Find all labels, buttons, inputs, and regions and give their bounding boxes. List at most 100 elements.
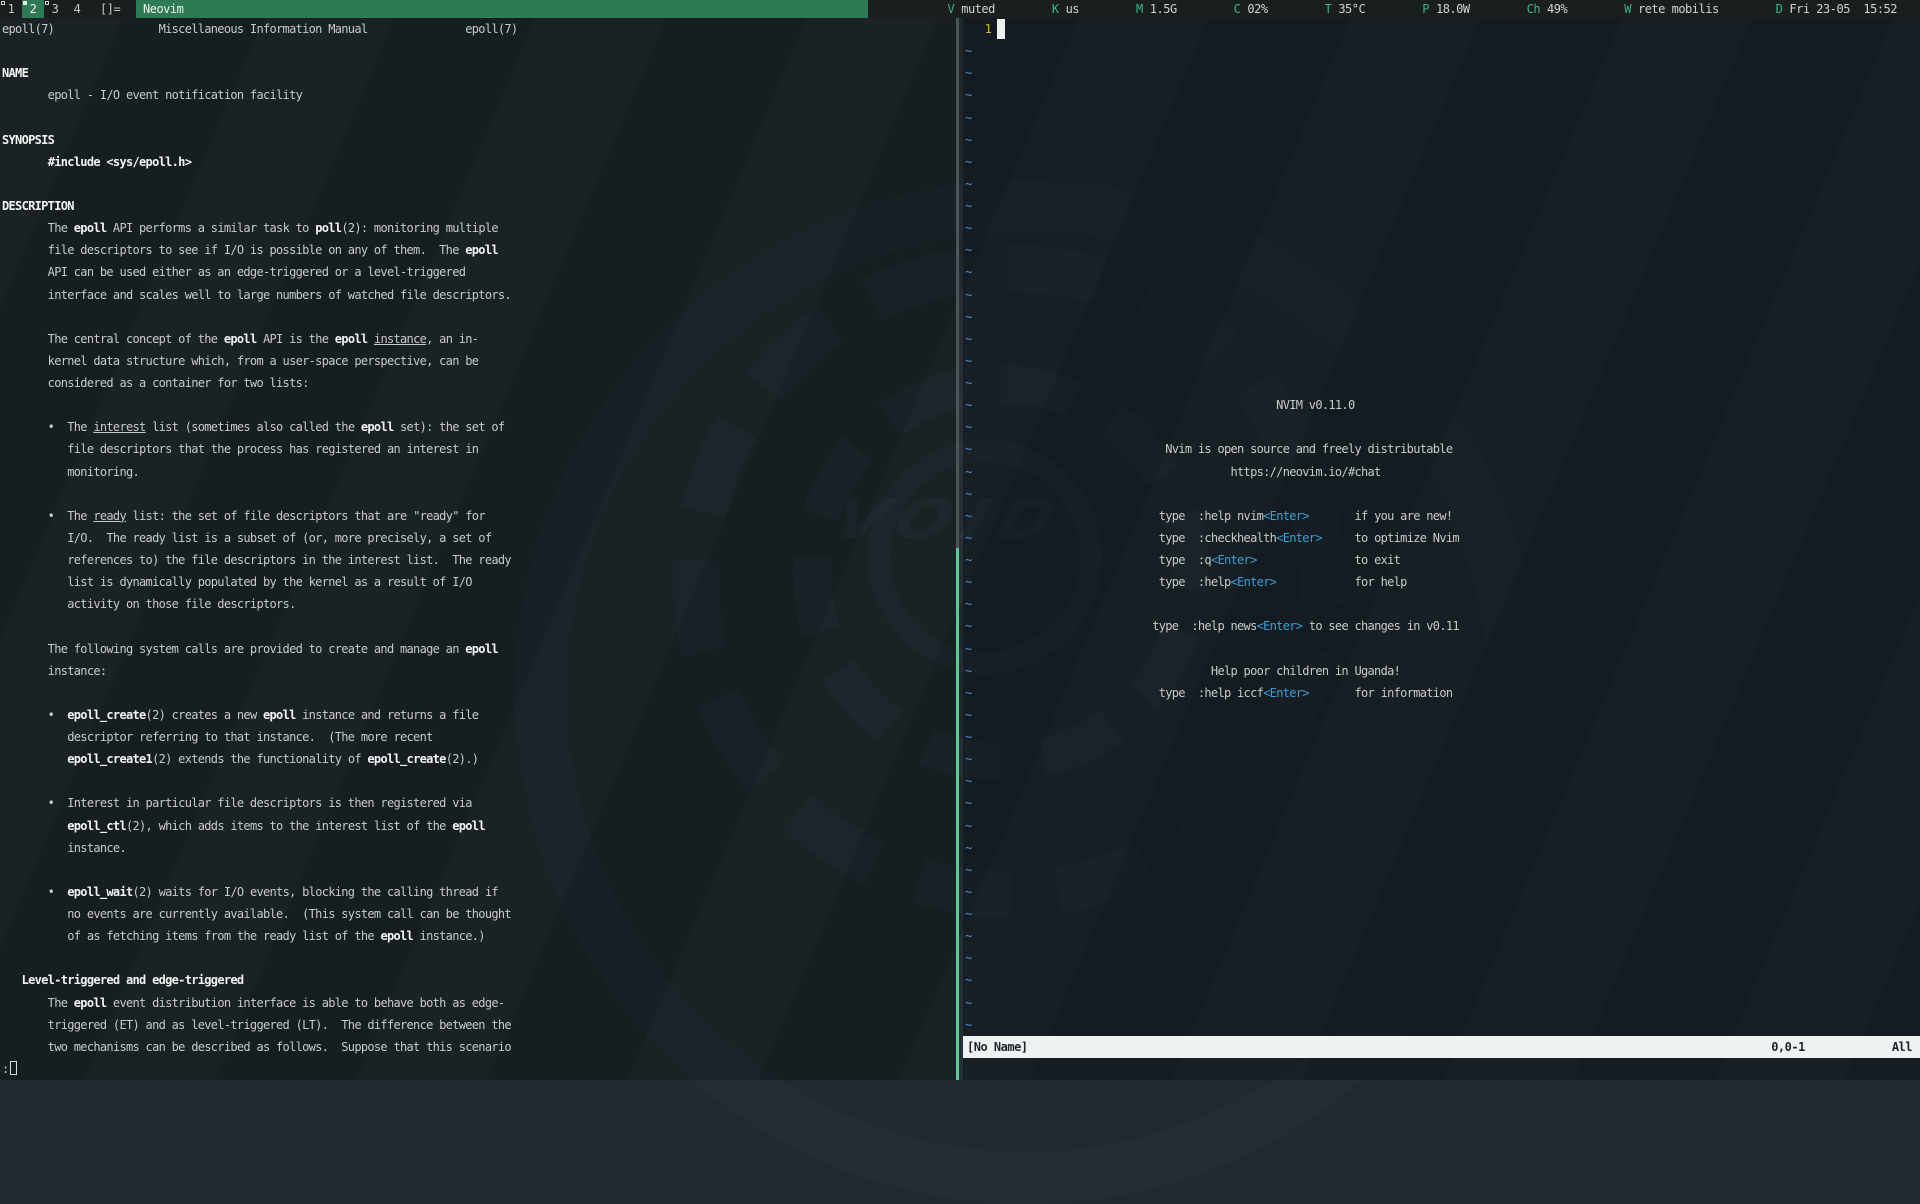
tilde-row: ~ [965, 151, 972, 173]
man-line: file descriptors that the process has re… [2, 438, 517, 460]
status-area: VmutedKusM1.5GC02%T35°CP18.0WCh49%Wrete … [947, 0, 1897, 18]
focused-window-title: Neovim [136, 0, 868, 18]
tilde-row: ~ [965, 815, 972, 837]
status-label: V [947, 2, 954, 16]
terminal-window-manpage[interactable]: epoll(7) Miscellaneous Information Manua… [0, 18, 956, 1080]
man-line [2, 682, 517, 704]
status-item-w: Wrete mobilis [1624, 2, 1718, 16]
man-line [2, 859, 517, 881]
man-line: API can be used either as an edge-trigge… [2, 261, 517, 283]
tag-3[interactable]: 3 [44, 0, 66, 18]
man-line: epoll - I/O event notification facility [2, 84, 517, 106]
tag-client-indicator [45, 1, 49, 5]
man-line: • epoll_wait(2) waits for I/O events, bl… [2, 881, 517, 903]
tilde-row: ~ [965, 726, 972, 748]
nvim-intro-line [963, 593, 1459, 615]
tilde-row: ~ [965, 195, 972, 217]
window-separator-green [956, 548, 959, 1080]
man-line [2, 615, 517, 637]
status-value: rete mobilis [1638, 2, 1719, 16]
tilde-row: ~ [965, 350, 972, 372]
nvim-intro-line [963, 483, 1459, 505]
nvim-intro-screen: NVIM v0.11.0 Nvim is open source and fre… [963, 394, 1459, 704]
tilde-row: ~ [965, 129, 972, 151]
status-item-d: DFri 23-05 15:52 [1776, 2, 1897, 16]
status-item-c: C02% [1234, 2, 1268, 16]
man-line [2, 306, 517, 328]
man-line: file descriptors to see if I/O is possib… [2, 239, 517, 261]
man-line: The following system calls are provided … [2, 638, 517, 660]
man-line: of as fetching items from the ready list… [2, 925, 517, 947]
layout-symbol[interactable]: []= [100, 0, 120, 18]
man-line: instance. [2, 837, 517, 859]
tilde-row: ~ [965, 947, 972, 969]
tag-2[interactable]: 2 [22, 0, 44, 18]
nvim-ruler-group: 0,0-1 All [1771, 1040, 1912, 1054]
man-line: • Interest in particular file descriptor… [2, 792, 517, 814]
nvim-intro-line: Help poor children in Uganda! [963, 660, 1459, 682]
tilde-row: ~ [965, 925, 972, 947]
nvim-intro-line [963, 638, 1459, 660]
nvim-intro-line: type :q<Enter> to exit [963, 549, 1459, 571]
tilde-row: ~ [965, 859, 972, 881]
man-line: DESCRIPTION [2, 195, 517, 217]
tilde-row: ~ [965, 792, 972, 814]
status-label: K [1052, 2, 1059, 16]
man-line: triggered (ET) and as level-triggered (L… [2, 1014, 517, 1036]
tilde-row: ~ [965, 62, 972, 84]
nvim-intro-line: type :help nvim<Enter> if you are new! [963, 505, 1459, 527]
tilde-row: ~ [965, 261, 972, 283]
status-value: 1.5G [1150, 2, 1177, 16]
man-line: • epoll_create(2) creates a new epoll in… [2, 704, 517, 726]
tilde-row: ~ [965, 770, 972, 792]
nvim-cursor [997, 19, 1005, 39]
pager-prompt: : [2, 1062, 9, 1076]
status-item-p: P 18.0W [1422, 2, 1469, 16]
man-line: instance: [2, 660, 517, 682]
nvim-scroll-indicator: All [1892, 1040, 1912, 1054]
nvim-intro-line: https://neovim.io/#chat [963, 461, 1459, 483]
man-line [2, 947, 517, 969]
status-label: P [1422, 2, 1429, 16]
man-line: I/O. The ready list is a subset of (or, … [2, 527, 517, 549]
tilde-row: ~ [965, 1014, 972, 1036]
man-line [2, 40, 517, 62]
status-value: 18.0W [1436, 2, 1470, 16]
nvim-intro-line: type :help<Enter> for help [963, 571, 1459, 593]
tag-label: 4 [74, 2, 81, 16]
man-line: • The interest list (sometimes also call… [2, 416, 517, 438]
dwm-bar: 1234 []= Neovim VmutedKusM1.5GC02%T35°CP… [0, 0, 1920, 18]
terminal-cursor-unfocused [10, 1061, 17, 1075]
tilde-row: ~ [965, 284, 972, 306]
tilde-row: ~ [965, 173, 972, 195]
tag-1[interactable]: 1 [0, 0, 22, 18]
tilde-row: ~ [965, 372, 972, 394]
man-line: Level-triggered and edge-triggered [2, 969, 517, 991]
man-line: The epoll API performs a similar task to… [2, 217, 517, 239]
nvim-statusline: [No Name] 0,0-1 All [963, 1036, 1920, 1058]
status-label: W [1624, 2, 1631, 16]
man-line: epoll_create1(2) extends the functionali… [2, 748, 517, 770]
pager-command-line[interactable]: : [2, 1058, 17, 1080]
status-label: Ch [1527, 2, 1540, 16]
status-value: Fri 23-05 15:52 [1789, 2, 1897, 16]
status-value: muted [961, 2, 995, 16]
status-label: M [1136, 2, 1143, 16]
tilde-row: ~ [965, 881, 972, 903]
man-line: monitoring. [2, 461, 517, 483]
nvim-intro-line: type :checkhealth<Enter> to optimize Nvi… [963, 527, 1459, 549]
tilde-row: ~ [965, 328, 972, 350]
neovim-window[interactable]: 1 ~~~~~~~~~~~~~~~~~~~~~~~~~~~~~~~~~~~~~~… [963, 18, 1920, 1080]
tilde-row: ~ [965, 903, 972, 925]
man-line [2, 394, 517, 416]
status-value: 02% [1247, 2, 1267, 16]
tag-label: 2 [30, 2, 37, 16]
tilde-row: ~ [965, 306, 972, 328]
tilde-row: ~ [965, 84, 972, 106]
tag-4[interactable]: 4 [66, 0, 88, 18]
man-line: kernel data structure which, from a user… [2, 350, 517, 372]
man-line: epoll_ctl(2), which adds items to the in… [2, 815, 517, 837]
man-line: The central concept of the epoll API is … [2, 328, 517, 350]
man-line [2, 770, 517, 792]
tilde-row: ~ [965, 217, 972, 239]
